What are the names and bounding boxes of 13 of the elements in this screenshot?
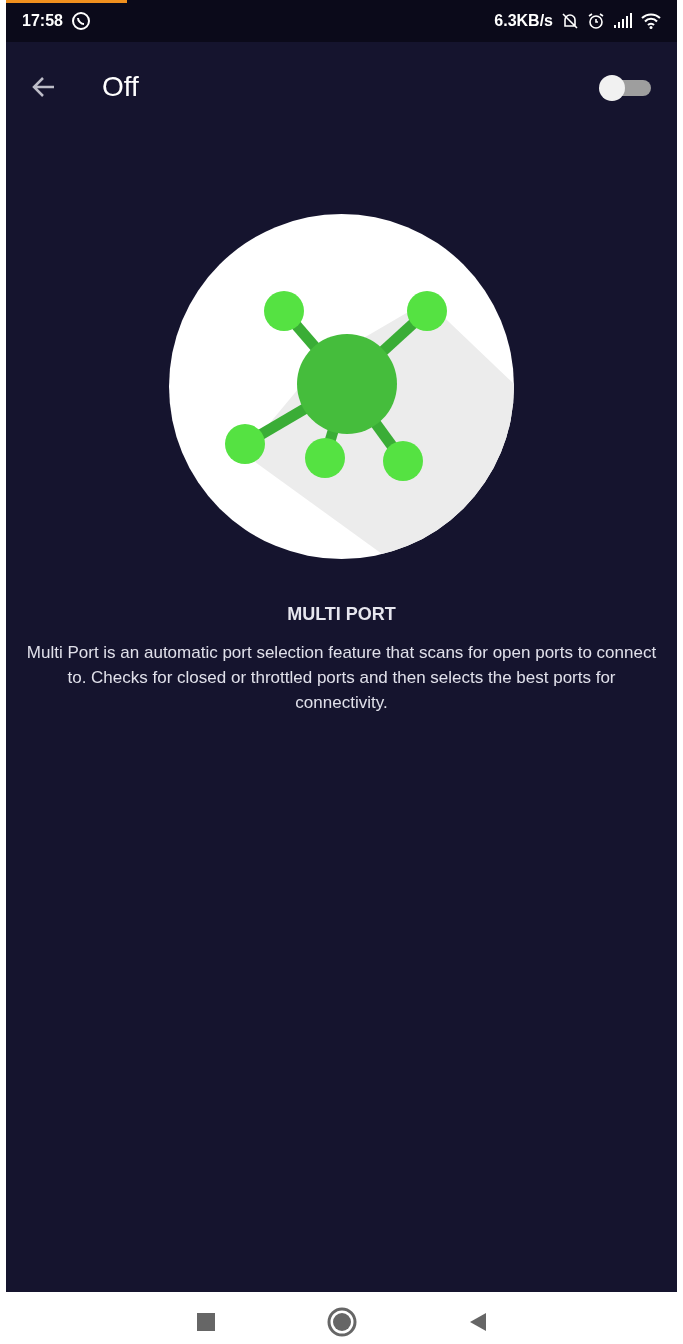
home-circle-icon[interactable] bbox=[326, 1307, 357, 1337]
muted-bell-icon bbox=[561, 12, 579, 30]
recents-square-icon[interactable] bbox=[194, 1311, 217, 1333]
chat-bubble-icon bbox=[70, 11, 91, 31]
toggle-switch[interactable] bbox=[599, 73, 653, 101]
feature-description: Multi Port is an automatic port selection feature that scans for open ports to connect to. Checks for closed or throttled ports and then selects the best ports for connectivity. bbox=[25, 642, 658, 714]
screen-title: Off bbox=[102, 70, 139, 104]
network-speed: 6.3KB/s bbox=[494, 11, 553, 31]
alarm-clock-icon bbox=[587, 12, 605, 30]
feature-title: MULTI PORT bbox=[286, 603, 397, 626]
clock-time: 17:58 bbox=[22, 11, 63, 31]
wifi-icon bbox=[641, 13, 661, 29]
signal-icon bbox=[613, 13, 633, 29]
